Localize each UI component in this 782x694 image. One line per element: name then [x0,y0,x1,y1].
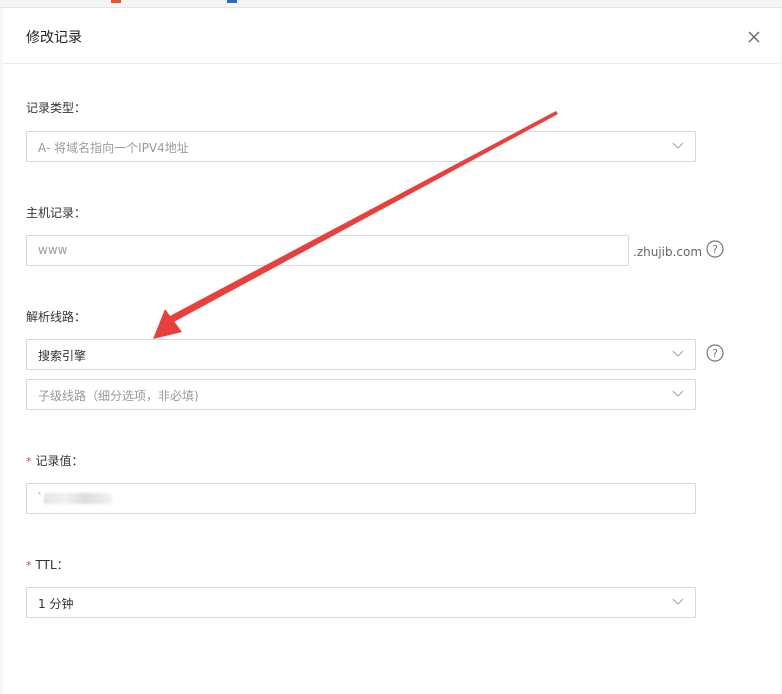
line-select[interactable]: 搜索引擎 [26,339,696,370]
chevron-down-icon [672,390,684,397]
arrow-head [153,309,182,339]
line-label-text: 解析线路： [26,310,87,324]
record-value-label-text: 记录值： [35,454,84,468]
record-value-input[interactable]: `. [26,483,696,514]
record-type-label: 记录类型： [26,99,86,116]
record-value-label: * 记录值： [26,452,84,469]
dialog-header: 修改记录 [3,8,779,64]
chevron-down-icon [672,350,684,357]
svg-text:?: ? [712,243,718,256]
toolbar-blue-mark [227,0,237,3]
ttl-label-text: TTL： [35,558,69,572]
host-record-value: www [38,243,68,257]
host-record-label-text: 主机记录： [26,206,87,220]
record-type-value: A- 将域名指向一个IPV4地址 [38,141,189,155]
host-record-label: 主机记录： [26,204,86,221]
host-record-input[interactable]: www [26,235,629,266]
required-mark: * [26,559,32,572]
toolbar-red-mark [111,0,121,3]
chevron-down-icon [672,598,684,605]
help-icon[interactable]: ? [706,344,724,362]
sub-line-select[interactable]: 子级线路（细分选项，非必填) [26,379,696,410]
chevron-down-icon [672,142,684,149]
top-toolbar-strip [0,0,782,8]
line-label: 解析线路： [26,308,86,325]
ttl-value: 1 分钟 [38,597,74,611]
dialog-title: 修改记录 [26,30,82,46]
domain-suffix: .zhujib.com [633,245,703,259]
help-icon[interactable]: ? [706,240,724,258]
record-type-label-text: 记录类型： [26,101,87,115]
close-icon[interactable] [744,27,764,47]
required-mark: * [26,455,32,468]
ttl-select[interactable]: 1 分钟 [26,587,696,618]
line-value: 搜索引擎 [38,349,87,363]
svg-text:?: ? [712,347,718,360]
ttl-label: * TTL： [26,556,69,573]
record-type-select[interactable]: A- 将域名指向一个IPV4地址 [26,131,696,162]
masked-value [44,493,112,504]
backdrop-left-edge [0,8,3,694]
sub-line-placeholder: 子级线路（细分选项，非必填) [38,389,199,403]
